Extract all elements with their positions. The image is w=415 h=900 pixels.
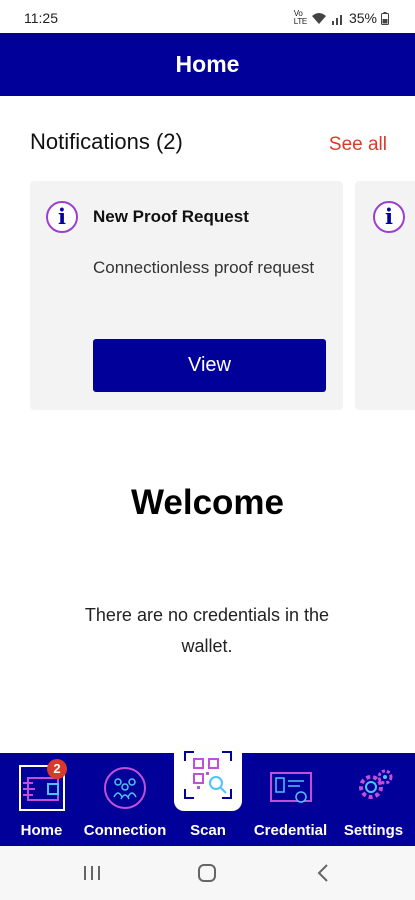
connection-icon	[104, 767, 146, 809]
signal-icon	[331, 14, 342, 25]
status-time: 11:25	[24, 10, 58, 26]
credential-icon	[269, 772, 312, 803]
volte-icon: Vo LTE	[293, 9, 307, 26]
welcome-heading: Welcome	[130, 483, 285, 522]
app-bar: Home	[0, 33, 415, 96]
nav-scan[interactable]: Scan	[167, 743, 249, 846]
info-icon: i	[373, 201, 405, 233]
gear-icon	[358, 769, 392, 799]
bottom-nav: 2 Home Connection Scan Credential Settin…	[0, 743, 415, 846]
nav-credential-label: Credential	[253, 822, 328, 839]
scan-tab-highlight	[174, 743, 242, 811]
nav-home-label: Home	[20, 822, 63, 839]
notification-card[interactable]: i New Proof Request Connectionless proof…	[30, 181, 343, 410]
page-title: Home	[175, 51, 240, 77]
notification-card-partial[interactable]: i	[355, 181, 415, 410]
nav-settings-label: Settings	[343, 822, 404, 839]
notification-badge: 2	[47, 759, 67, 779]
see-all-link[interactable]: See all	[329, 134, 387, 156]
status-icons: Vo LTE 35%	[294, 10, 389, 26]
nav-connection[interactable]: Connection	[83, 753, 167, 846]
notifications-header: Notifications (2)	[30, 129, 183, 154]
battery-percent: 35%	[348, 10, 377, 26]
qr-scan-icon	[184, 751, 232, 799]
nav-credential[interactable]: Credential	[249, 753, 332, 846]
nav-settings[interactable]: Settings	[332, 753, 415, 846]
recents-icon[interactable]	[82, 864, 102, 882]
nav-scan-label: Scan	[190, 822, 226, 839]
wifi-icon	[311, 13, 326, 24]
notification-body: Connectionless proof request	[93, 258, 315, 277]
home-system-icon[interactable]	[197, 863, 217, 883]
info-icon: i	[46, 201, 78, 233]
status-bar: 11:25 Vo LTE 35%	[0, 0, 415, 33]
notification-title: New Proof Request	[93, 207, 249, 226]
nav-connection-label: Connection	[83, 822, 167, 839]
view-button[interactable]: View	[93, 339, 326, 392]
nav-home[interactable]: 2 Home	[0, 753, 83, 846]
back-icon[interactable]	[316, 863, 330, 883]
system-nav-bar	[0, 846, 415, 900]
battery-icon	[381, 11, 389, 25]
empty-wallet-message: There are no credentials in the wallet.	[84, 605, 330, 656]
